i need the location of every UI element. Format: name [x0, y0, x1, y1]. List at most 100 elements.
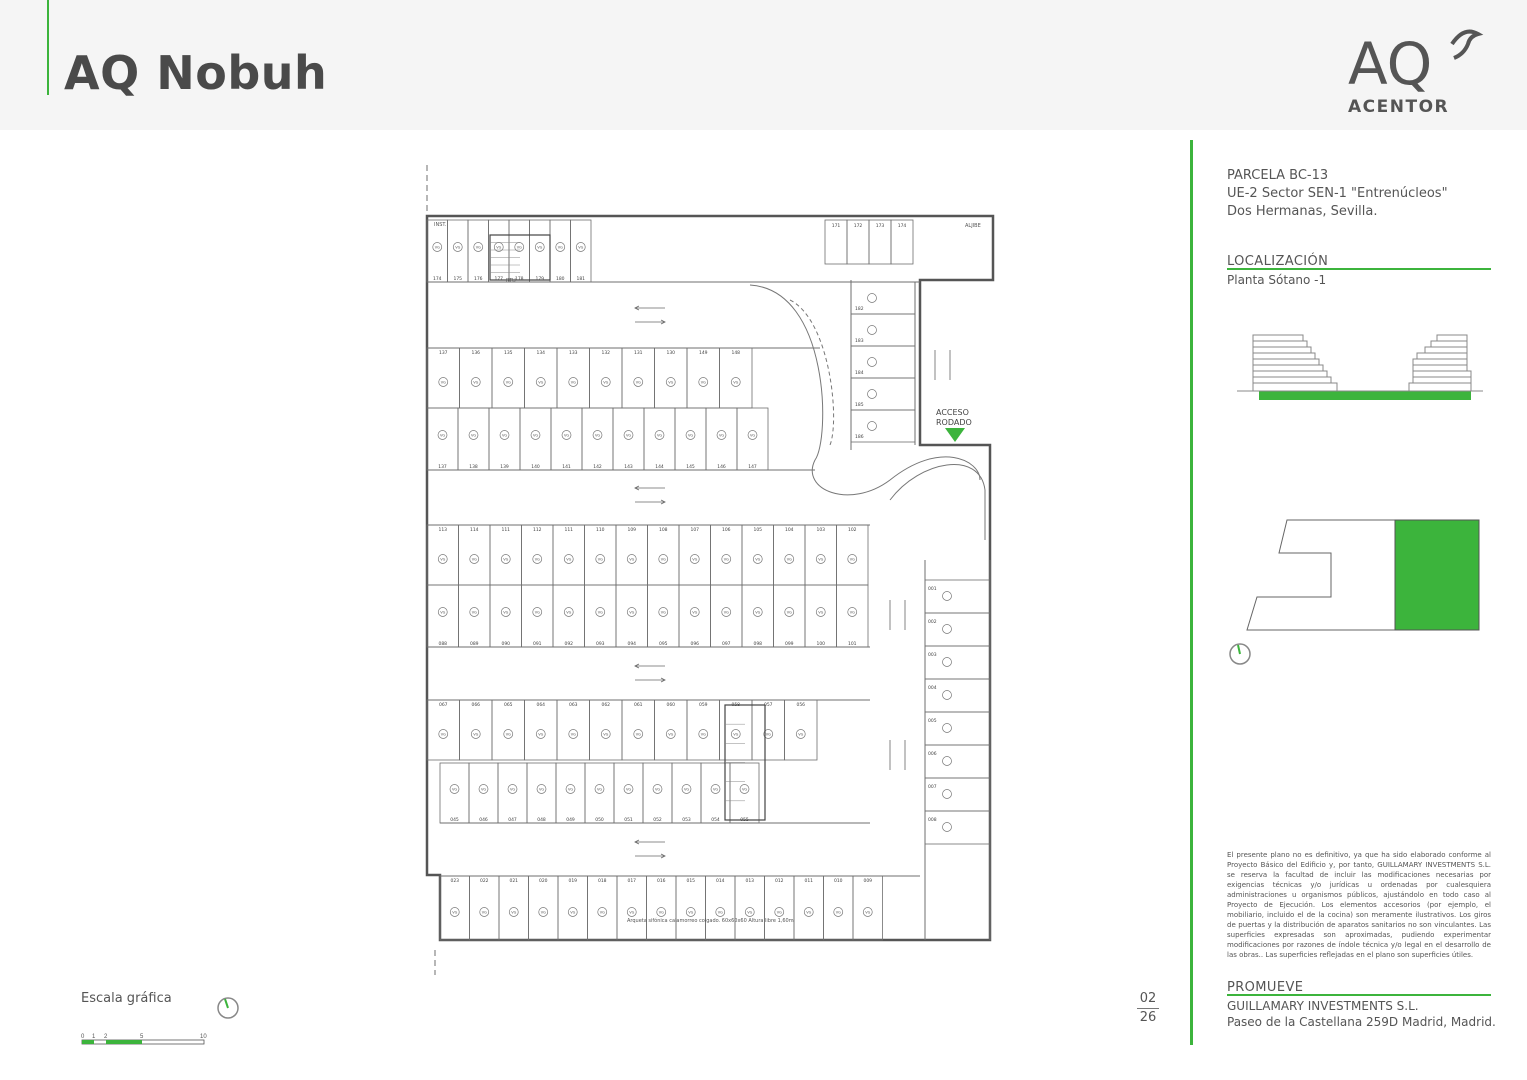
- space-number: 060: [666, 702, 675, 708]
- space-number: 137: [438, 464, 447, 470]
- parking-space: VG 064: [524, 699, 558, 761]
- space-number: 107: [690, 527, 699, 533]
- space-number: 061: [634, 702, 643, 708]
- space-number: 016: [657, 878, 666, 884]
- space-number: 130: [666, 350, 675, 356]
- aljibe-label: ALJIBE: [965, 223, 981, 229]
- vg-tag: VG: [850, 611, 855, 615]
- parking-space: 004: [924, 678, 991, 713]
- parking-space: VG 010: [823, 875, 854, 941]
- space-number: 172: [854, 223, 863, 229]
- parking-space: VG 045: [439, 762, 470, 824]
- space-number: 062: [601, 702, 610, 708]
- vg-tag: VG: [571, 381, 576, 385]
- header-accent-line: [47, 0, 49, 95]
- parking-space: VG 093: [584, 584, 617, 648]
- space-number: 109: [627, 527, 636, 533]
- vg-marker-icon: [867, 293, 877, 303]
- space-number: 013: [745, 878, 754, 884]
- vg-marker-icon: [942, 822, 952, 832]
- plan-note: Arqueta sifónica calamorreo colgado. 60x…: [627, 917, 794, 924]
- page-title: AQ Nobuh: [64, 46, 328, 100]
- space-number: 180: [556, 276, 565, 282]
- vg-tag: VG: [538, 381, 543, 385]
- logo-name: ACENTOR: [1348, 97, 1450, 117]
- space-number: 147: [748, 464, 757, 470]
- parking-space: VG 136: [459, 347, 493, 409]
- parking-space: VG 131: [621, 347, 655, 409]
- floor-plan: VG 174 VG 175 VG 176 VG 177 VG 178 VG 179 VG 180 VG 181…: [425, 165, 995, 975]
- vg-tag: VG: [506, 381, 511, 385]
- parking-space: VG 091: [521, 584, 554, 648]
- space-number: 114: [470, 527, 479, 533]
- vg-marker-icon: [942, 591, 952, 601]
- space-number: 090: [501, 641, 510, 647]
- parking-space: VG 141: [550, 407, 583, 471]
- parking-space: VG 023: [439, 875, 470, 941]
- vg-tag: VG: [440, 558, 445, 562]
- parking-space: VG 135: [491, 347, 525, 409]
- vg-tag: VG: [538, 733, 543, 737]
- inst-label: INST.: [434, 222, 447, 228]
- vg-tag: VG: [502, 434, 507, 438]
- vg-tag: VG: [597, 788, 602, 792]
- vg-tag: VG: [719, 434, 724, 438]
- parking-space: 001: [924, 579, 991, 614]
- vg-tag: VG: [517, 246, 522, 250]
- space-number: 091: [533, 641, 542, 647]
- space-number: 139: [500, 464, 509, 470]
- parking-space: VG 053: [671, 762, 702, 824]
- parking-space: VG 174: [426, 219, 448, 283]
- scale-tick-5: 5: [140, 1034, 144, 1040]
- parking-space: VG 088: [426, 584, 459, 648]
- space-number: 017: [627, 878, 636, 884]
- vg-tag: VG: [755, 611, 760, 615]
- space-number: 095: [659, 641, 668, 647]
- space-number: 111: [501, 527, 510, 533]
- parking-space: 006: [924, 744, 991, 779]
- vg-tag: VG: [600, 911, 605, 915]
- parking-space: VG 140: [519, 407, 552, 471]
- vg-tag: VG: [787, 611, 792, 615]
- parking-space: VG 020: [528, 875, 559, 941]
- space-number: 018: [598, 878, 607, 884]
- vg-tag: VG: [684, 788, 689, 792]
- vg-tag: VG: [511, 911, 516, 915]
- vg-tag: VG: [657, 434, 662, 438]
- vg-tag: VG: [626, 788, 631, 792]
- promoter-title: PROMUEVE: [1227, 980, 1304, 995]
- space-number: 053: [682, 817, 691, 823]
- vg-tag: VG: [836, 911, 841, 915]
- storage-room: 171: [824, 219, 848, 265]
- space-number: 092: [564, 641, 573, 647]
- space-number: 021: [509, 878, 518, 884]
- parking-space: VG 095: [647, 584, 680, 648]
- parking-space: VG 137: [426, 407, 459, 471]
- vg-tag: VG: [568, 788, 573, 792]
- space-number: 065: [504, 702, 513, 708]
- vg-tag: VG: [661, 558, 666, 562]
- parking-space: VG 060: [654, 699, 688, 761]
- vg-tag: VG: [724, 611, 729, 615]
- promoter-address: Paseo de la Castellana 259D Madrid, Madr…: [1227, 1015, 1496, 1029]
- vg-tag: VG: [742, 788, 747, 792]
- vg-tag: VG: [668, 733, 673, 737]
- parking-space: VG 102: [836, 524, 869, 586]
- space-number: 146: [717, 464, 726, 470]
- vg-tag: VG: [701, 733, 706, 737]
- space-number: 144: [655, 464, 664, 470]
- parking-space: 002: [924, 612, 991, 647]
- space-number: 011: [804, 878, 813, 884]
- vg-tag: VG: [537, 246, 542, 250]
- vg-tag: VG: [566, 611, 571, 615]
- space-number: 099: [785, 641, 794, 647]
- parking-space: 182: [850, 281, 916, 315]
- building-elevation-thumbnail: [1237, 334, 1483, 400]
- vg-tag: VG: [455, 246, 460, 250]
- space-number: 019: [568, 878, 577, 884]
- vg-tag: VG: [718, 911, 723, 915]
- vg-tag: VG: [701, 381, 706, 385]
- parking-space: VG 105: [741, 524, 774, 586]
- parking-space: VG057: [751, 699, 785, 761]
- space-number: 135: [504, 350, 513, 356]
